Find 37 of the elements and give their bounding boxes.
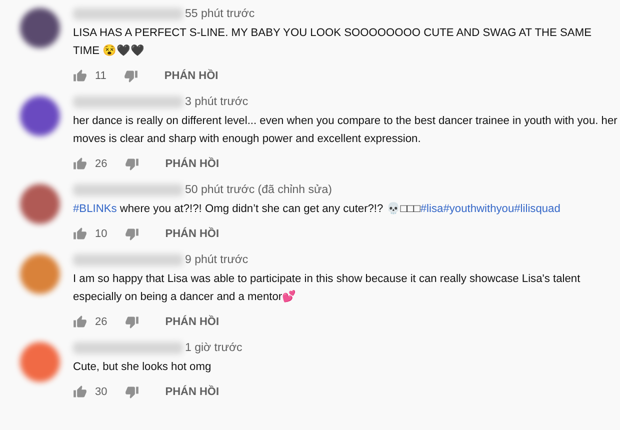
hashtag-link[interactable]: #youthwithyou xyxy=(443,203,514,215)
avatar[interactable] xyxy=(20,8,60,48)
comment-time: 55 phút trước xyxy=(185,8,255,20)
like-count: 26 xyxy=(95,158,108,170)
comment-time: 3 phút trước xyxy=(185,96,248,108)
comment-text: LISA HAS A PERFECT S-LINE. MY BABY YOU LOOK SOOOOOOOO CUTE AND SWAG AT THE SAME TIME 😵🖤🖤 xyxy=(73,26,592,59)
comment-text: Cute, but she looks hot omg xyxy=(73,360,212,375)
like-count: 11 xyxy=(95,70,106,82)
reply-button[interactable]: PHÁN HỒI xyxy=(147,316,220,328)
thumbs-down-icon[interactable] xyxy=(125,227,140,241)
avatar[interactable] xyxy=(20,96,60,136)
thumbs-up-icon[interactable] xyxy=(73,315,87,329)
comment-time: 50 phút trước (đã chỉnh sửa) xyxy=(185,184,332,196)
thumbs-up-icon[interactable] xyxy=(73,69,87,83)
thumbs-down-icon[interactable] xyxy=(125,315,140,329)
reply-button[interactable]: PHÁN HỒI xyxy=(147,386,220,398)
thumbs-down-icon[interactable] xyxy=(125,385,140,399)
hashtag-link[interactable]: #BLINKs xyxy=(73,203,117,215)
thumbs-down-icon[interactable] xyxy=(125,157,140,171)
comment-text: her dance is really on different level... even when you compare to the best dancer trainee in youth with you. her moves is clear and sharp with enough power and excellent expression. xyxy=(73,114,618,147)
reply-button[interactable]: PHÁN HỒI xyxy=(146,70,218,82)
hashtag-link[interactable]: #lisa xyxy=(420,203,444,215)
thumbs-down-icon[interactable] xyxy=(124,69,138,83)
thumbs-up-icon[interactable] xyxy=(73,157,87,171)
thumbs-up-icon[interactable] xyxy=(73,227,87,241)
reply-button[interactable]: PHÁN HỒI xyxy=(147,228,220,240)
like-count: 26 xyxy=(95,316,108,328)
hashtag-link[interactable]: #lilisquad xyxy=(514,203,560,215)
comment-time: 1 giờ trước xyxy=(185,342,242,354)
comment-text: I am so happy that Lisa was able to participate in this show because it can really showcase Lisa's talent especially on being a dancer and a mentor💕 xyxy=(73,272,582,305)
like-count: 30 xyxy=(95,386,108,398)
like-count: 10 xyxy=(95,228,108,240)
avatar[interactable] xyxy=(20,184,60,224)
reply-button[interactable]: PHÁN HỒI xyxy=(147,158,220,170)
thumbs-up-icon[interactable] xyxy=(73,385,87,399)
comment-time: 9 phút trước xyxy=(185,254,248,266)
comment-text: #BLINKs where you at?!?! Omg didn’t she can get any cuter?!? 💀□□□#lisa#youthwithyou#lilisquad xyxy=(73,202,562,217)
